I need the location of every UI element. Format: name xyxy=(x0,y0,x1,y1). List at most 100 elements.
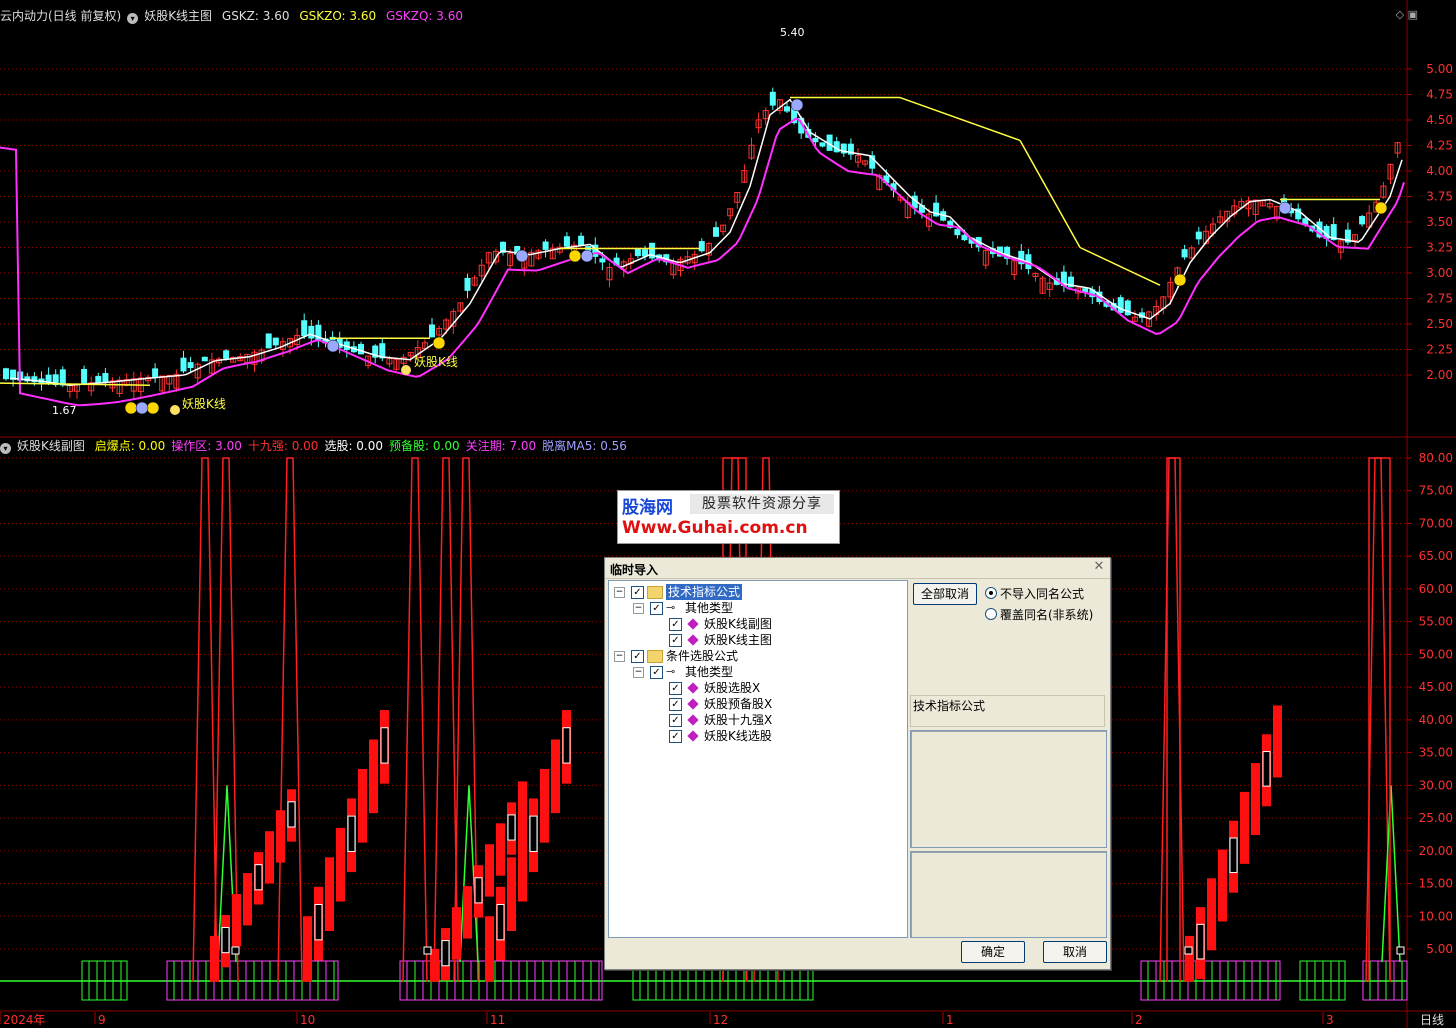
stock-name: 云内动力(日线 前复权) xyxy=(0,9,122,23)
candle xyxy=(720,224,727,236)
overwrite-same-name-radio[interactable] xyxy=(985,608,997,620)
tree-node[interactable]: − ✓ ⊸ 其他类型 xyxy=(609,600,905,616)
candle-body xyxy=(272,337,279,346)
candle xyxy=(95,372,102,384)
folder-icon xyxy=(647,586,663,599)
stair-marker xyxy=(221,927,230,954)
face-marker-icon xyxy=(124,401,138,415)
tree-checkbox[interactable]: ✓ xyxy=(631,650,644,663)
skip-same-name-radio[interactable] xyxy=(985,587,997,599)
candle xyxy=(606,262,613,288)
candle xyxy=(301,313,308,340)
candle xyxy=(173,369,180,392)
sub-indicator-value-5: 关注期: 7.00 xyxy=(465,439,537,453)
tree-checkbox[interactable]: ✓ xyxy=(669,682,682,695)
stair-marker xyxy=(380,727,389,764)
candle xyxy=(1195,226,1202,245)
candle xyxy=(549,243,556,260)
price-tick-label: 2.00 xyxy=(1426,368,1453,382)
tree-node[interactable]: ✓ 妖股选股X xyxy=(609,680,905,696)
tree-node[interactable]: ✓ 妖股预备股X xyxy=(609,696,905,712)
candle xyxy=(862,159,869,167)
candle-body xyxy=(358,343,364,355)
stair-marker xyxy=(1196,923,1205,960)
price-tick-label: 3.75 xyxy=(1426,190,1453,204)
stair-bar xyxy=(232,894,241,947)
tree-node[interactable]: ✓ 妖股十九强X xyxy=(609,712,905,728)
face-marker-icon xyxy=(568,249,582,263)
date-label: 2024年 xyxy=(3,1013,46,1027)
main-indicator-name[interactable]: 妖股K线主图 xyxy=(144,9,212,23)
collapse-icon[interactable]: − xyxy=(614,651,625,662)
face-marker-icon xyxy=(146,401,160,415)
candle xyxy=(1075,286,1082,300)
sub-indicator-value-6: 脱离MA5: 0.56 xyxy=(542,439,627,453)
restore-icon[interactable]: ▣ xyxy=(1408,8,1418,21)
sub-tick-label: 25.00 xyxy=(1419,811,1453,825)
tree-node[interactable]: ✓ 妖股K线主图 xyxy=(609,632,905,648)
candle xyxy=(74,383,80,399)
formula-icon xyxy=(687,730,699,742)
candle xyxy=(1046,277,1053,297)
tree-checkbox[interactable]: ✓ xyxy=(650,602,663,615)
tree-checkbox[interactable]: ✓ xyxy=(631,586,644,599)
candle xyxy=(116,376,123,398)
main-kline-plot[interactable]: 5.401.67 妖股K线妖股K线 xyxy=(0,26,1405,417)
collapse-icon[interactable]: − xyxy=(633,667,644,678)
candle-body xyxy=(698,241,705,252)
candle-body xyxy=(223,350,230,359)
candle xyxy=(649,242,656,261)
stair-marker xyxy=(347,815,356,852)
candle xyxy=(1011,257,1018,280)
candle xyxy=(1131,310,1138,322)
tree-checkbox[interactable]: ✓ xyxy=(669,698,682,711)
tree-node[interactable]: − ✓ 技术指标公式 xyxy=(609,584,905,600)
formula-tree[interactable]: − ✓ 技术指标公式 − ✓ ⊸ 其他类型 ✓ 妖股K线副图 ✓ 妖股K线主图 − ✓ 条件选股公式 − ✓ ⊸… xyxy=(608,580,908,938)
tree-checkbox[interactable]: ✓ xyxy=(650,666,663,679)
sub-indicator-value-2: 十九强: 0.00 xyxy=(247,439,319,453)
tree-node[interactable]: − ✓ ⊸ 其他类型 xyxy=(609,664,905,680)
tree-checkbox[interactable]: ✓ xyxy=(669,714,682,727)
cancel-button[interactable]: 取消 xyxy=(1043,941,1107,963)
ma-yellow-segment xyxy=(0,382,151,386)
formula-description: 技术指标公式 xyxy=(910,695,1105,727)
indicator-settings-icon[interactable]: ▾ xyxy=(127,13,139,24)
tree-checkbox[interactable]: ✓ xyxy=(669,634,682,647)
sub-tick-label: 15.00 xyxy=(1419,877,1453,891)
diamond-icon[interactable]: ◇ xyxy=(1396,8,1404,21)
tree-node[interactable]: − ✓ 条件选股公式 xyxy=(609,648,905,664)
candle xyxy=(457,302,464,313)
candle xyxy=(393,358,400,371)
gskzq-value: GSKZQ: 3.60 xyxy=(385,9,463,23)
candle-body xyxy=(1195,231,1202,240)
candle xyxy=(1124,299,1131,316)
candle xyxy=(634,248,641,259)
stair-bar xyxy=(325,857,334,931)
sub-indicator-settings-icon[interactable]: ▾ xyxy=(0,443,11,454)
high-price-label: 5.40 xyxy=(780,26,805,39)
dialog-titlebar[interactable]: 临时导入 ✕ xyxy=(605,558,1110,579)
tree-node[interactable]: ✓ 妖股K线选股 xyxy=(609,728,905,744)
ok-button[interactable]: 确定 xyxy=(961,941,1025,963)
sub-indicator-name[interactable]: 妖股K线副图 xyxy=(17,439,85,453)
watermark-url: Www.Guhai.com.cn xyxy=(622,518,808,538)
candle xyxy=(471,275,478,287)
tree-checkbox[interactable]: ✓ xyxy=(669,618,682,631)
gskzo-value: GSKZO: 3.60 xyxy=(299,9,377,23)
close-icon[interactable]: ✕ xyxy=(1092,560,1106,574)
tree-node[interactable]: ✓ 妖股K线副图 xyxy=(609,616,905,632)
stair-marker xyxy=(441,940,450,967)
cancel-all-button[interactable]: 全部取消 xyxy=(913,583,977,605)
candle xyxy=(201,356,208,362)
candle xyxy=(464,273,471,299)
collapse-icon[interactable]: − xyxy=(633,603,644,614)
tree-checkbox[interactable]: ✓ xyxy=(669,730,682,743)
face-marker-icon xyxy=(1173,273,1187,287)
candle xyxy=(343,338,350,358)
collapse-icon[interactable]: − xyxy=(614,587,625,598)
stair-bar xyxy=(1240,791,1249,864)
skip-same-name-label: 不导入同名公式 xyxy=(1000,587,1085,601)
stair-bar xyxy=(452,907,461,960)
candle-body xyxy=(634,249,641,257)
price-tick-label: 4.00 xyxy=(1426,164,1453,178)
